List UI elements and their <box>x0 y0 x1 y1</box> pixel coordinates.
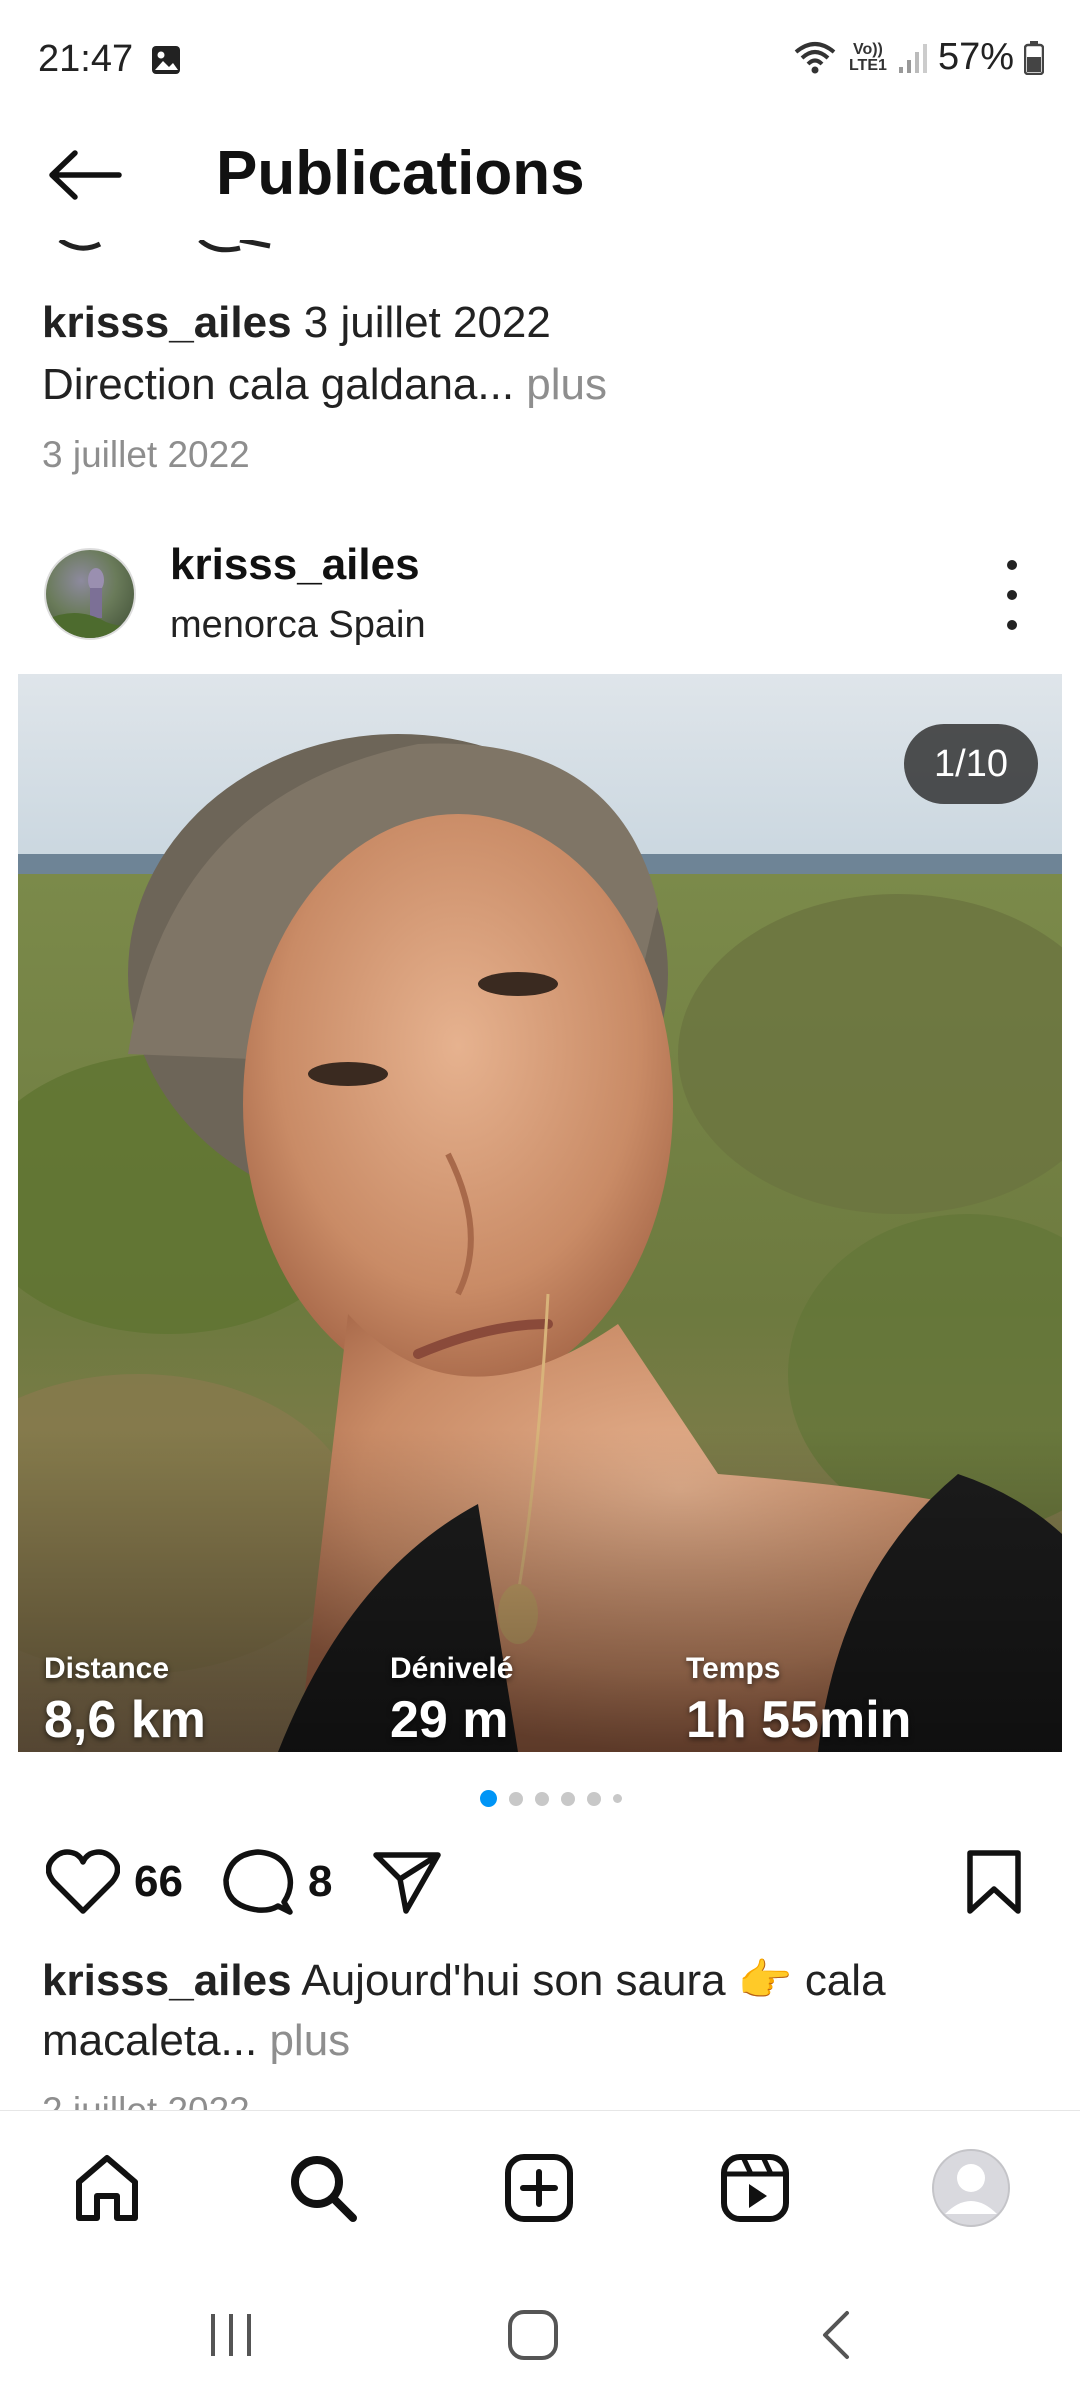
previous-post-inline-date: 3 juillet 2022 <box>303 298 551 347</box>
post-location[interactable]: menorca Spain <box>170 604 426 647</box>
previous-post-date: 3 juillet 2022 <box>42 434 250 475</box>
stat-distance: Distance 8,6 km <box>44 1652 206 1750</box>
chevron-left-icon <box>823 2311 849 2359</box>
previous-post-caption-header: krisss_ailes 3 juillet 2022 <box>42 298 551 348</box>
caption-more-link[interactable]: plus <box>269 2016 350 2065</box>
previous-post-caption-text: Direction cala galdana... <box>42 360 515 409</box>
nav-create-button[interactable] <box>494 2143 584 2233</box>
wifi-icon <box>794 41 836 73</box>
back-system-button[interactable] <box>792 2300 882 2370</box>
carousel-counter: 1/10 <box>904 724 1038 804</box>
post-caption: krisss_ailes Aujourd'hui son saura 👉 cal… <box>42 1954 886 2006</box>
previous-post-more-link[interactable]: plus <box>526 360 607 409</box>
stat-label: Dénivelé <box>390 1652 514 1685</box>
home-system-button[interactable] <box>488 2300 578 2370</box>
scrolled-icons-remnant <box>40 240 300 260</box>
more-options-button[interactable] <box>990 560 1034 630</box>
heart-icon <box>46 1849 120 1914</box>
nav-search-button[interactable] <box>278 2143 368 2233</box>
battery-icon <box>1024 40 1044 75</box>
back-button[interactable] <box>40 140 130 210</box>
bottom-navigation <box>0 2110 1080 2271</box>
profile-icon <box>932 2149 1010 2227</box>
status-indicators: Vo)) LTE1 57% <box>792 36 1044 79</box>
post-date: 2 juillet 2022 <box>42 2090 250 2112</box>
like-count: 66 <box>134 1857 183 1906</box>
more-vertical-icon <box>1007 560 1017 570</box>
bookmark-icon <box>967 1850 1021 1914</box>
caption-username[interactable]: krisss_ailes <box>42 1956 292 2005</box>
network-label: Vo)) LTE1 <box>848 40 887 74</box>
like-button[interactable]: 66 <box>46 1842 183 1922</box>
nav-home-button[interactable] <box>62 2143 152 2233</box>
stat-value: 1h 55min <box>686 1691 912 1749</box>
post-caption-line2: macaleta... plus <box>42 2016 350 2066</box>
share-button[interactable] <box>372 1842 442 1922</box>
caption-text-continued: macaleta... <box>42 2016 258 2065</box>
create-icon <box>505 2154 573 2222</box>
home-square-icon <box>508 2310 558 2360</box>
carousel-dots <box>480 1790 622 1807</box>
nav-reels-button[interactable] <box>710 2143 800 2233</box>
comment-count: 8 <box>308 1857 333 1906</box>
signal-icon <box>898 43 927 73</box>
recent-apps-icon <box>211 2314 251 2356</box>
nav-profile-button[interactable] <box>926 2143 1016 2233</box>
status-time: 21:47 <box>38 38 134 80</box>
stat-elevation: Dénivelé 29 m <box>390 1652 513 1750</box>
gallery-notification-icon <box>152 46 180 74</box>
home-icon <box>76 2155 138 2221</box>
previous-post-username[interactable]: krisss_ailes <box>42 298 292 347</box>
recent-apps-button[interactable] <box>186 2300 276 2370</box>
stat-label: Distance <box>44 1652 170 1685</box>
arrow-left-icon <box>49 150 122 200</box>
previous-post-caption: Direction cala galdana... plus <box>42 360 607 410</box>
stat-label: Temps <box>686 1652 781 1685</box>
stat-value: 29 m <box>390 1691 509 1749</box>
send-icon <box>373 1852 441 1914</box>
reels-icon <box>721 2154 789 2222</box>
stat-value: 8,6 km <box>44 1691 206 1749</box>
page-title: Publications <box>216 139 585 208</box>
carousel-dot <box>509 1791 523 1806</box>
caption-text: Aujourd'hui son saura 👉 cala <box>301 1956 886 2005</box>
carousel-dot <box>535 1791 549 1806</box>
system-navigation-bar <box>0 2270 1080 2400</box>
carousel-dot <box>587 1791 601 1806</box>
search-icon <box>291 2156 357 2222</box>
carousel-dot <box>613 1794 622 1803</box>
comment-button[interactable]: 8 <box>222 1842 332 1922</box>
post-username[interactable]: krisss_ailes <box>170 540 420 590</box>
battery-percent: 57% <box>937 36 1014 78</box>
photo-image <box>18 674 1062 1752</box>
comment-icon <box>223 1849 294 1915</box>
carousel-dot-active <box>480 1790 497 1807</box>
save-button[interactable] <box>966 1842 1022 1922</box>
post-photo[interactable] <box>18 674 1062 1752</box>
carousel-dot <box>561 1791 575 1806</box>
status-bar: 21:47 Vo)) LTE1 57% <box>0 0 1080 120</box>
stat-time: Temps 1h 55min <box>686 1652 911 1750</box>
avatar[interactable] <box>44 548 136 640</box>
